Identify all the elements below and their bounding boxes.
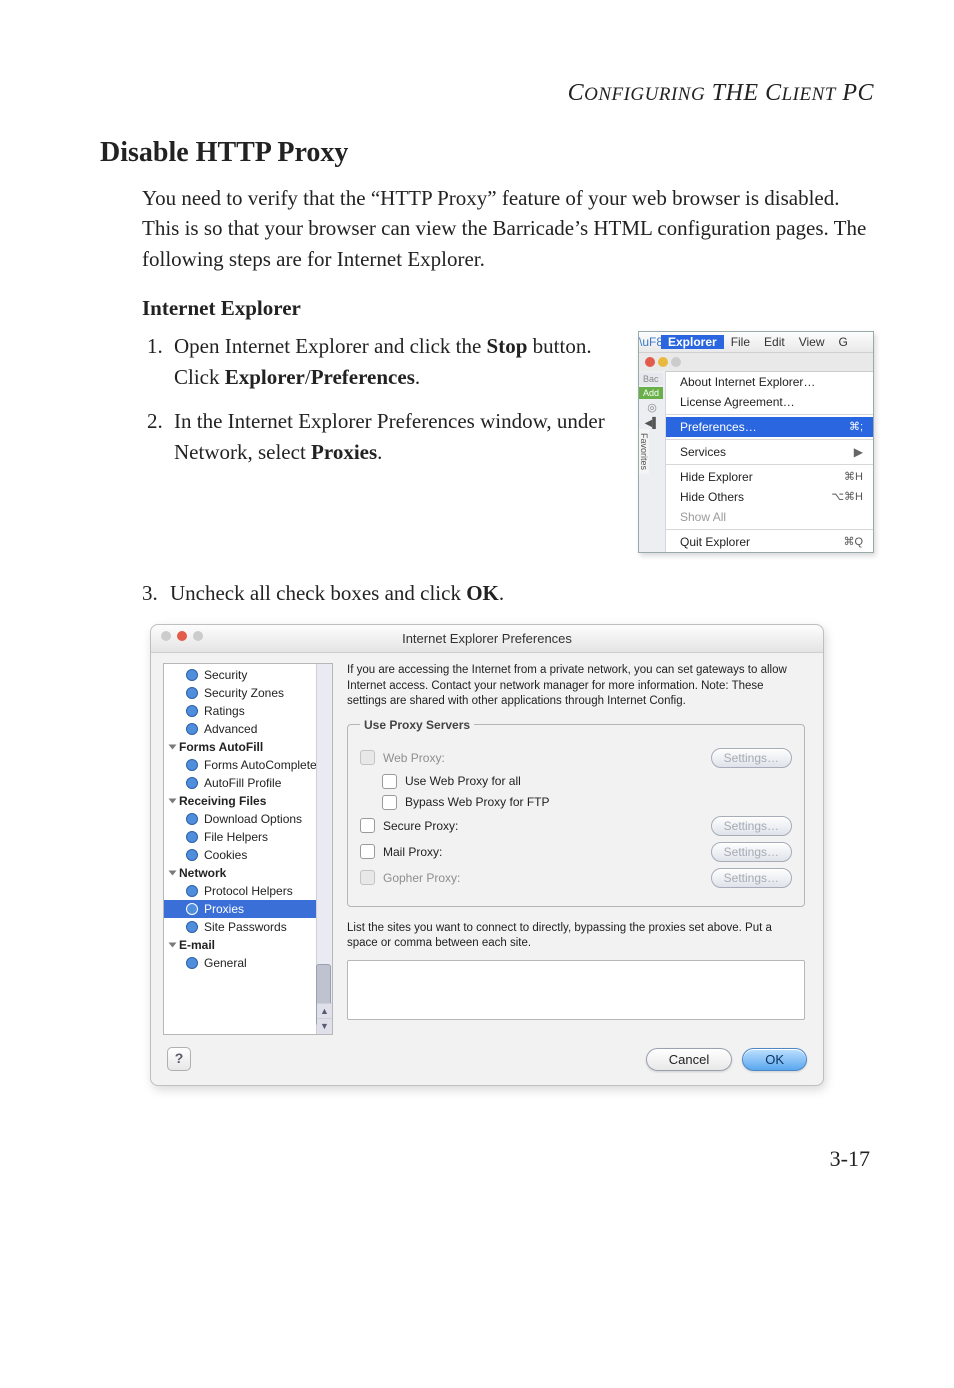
web-proxy-label: Web Proxy:	[383, 751, 711, 765]
dialog-close-icon[interactable]	[161, 631, 171, 641]
sidebar-item-security-zones[interactable]: Security Zones	[164, 684, 332, 702]
page-number: 3-17	[100, 1146, 874, 1172]
secure-proxy-label: Secure Proxy:	[383, 819, 711, 833]
mail-proxy-checkbox[interactable]	[360, 844, 375, 859]
sidebar-item-ratings[interactable]: Ratings	[164, 702, 332, 720]
disclosure-triangle-icon[interactable]	[169, 871, 177, 876]
apple-menu-icon[interactable]: \uF8FF	[639, 335, 661, 349]
step-2: In the Internet Explorer Preferences win…	[168, 406, 624, 467]
secure-proxy-checkbox[interactable]	[360, 818, 375, 833]
sidebar-item-proxies[interactable]: Proxies	[164, 900, 332, 918]
group-legend: Use Proxy Servers	[360, 718, 474, 732]
menu-item-preferences[interactable]: Preferences…⌘;	[666, 417, 873, 437]
sidebar-item-forms-autocomplete[interactable]: Forms AutoComplete	[164, 756, 332, 774]
menubar-explorer[interactable]: Explorer	[661, 335, 724, 349]
mail-proxy-settings-button[interactable]: Settings…	[711, 842, 792, 862]
scroll-down-icon[interactable]: ▼	[317, 1018, 332, 1034]
gopher-proxy-label: Gopher Proxy:	[383, 871, 711, 885]
web-proxy-checkbox[interactable]	[360, 750, 375, 765]
preferences-sidebar[interactable]: Security Security Zones Ratings Advanced…	[163, 663, 333, 1035]
dialog-title: Internet Explorer Preferences	[402, 631, 572, 646]
bypass-caption: List the sites you want to connect to di…	[347, 921, 805, 952]
sidebar-item-protocol-helpers[interactable]: Protocol Helpers	[164, 882, 332, 900]
zoom-icon[interactable]	[671, 357, 681, 367]
sidebar-item-security[interactable]: Security	[164, 666, 332, 684]
gopher-proxy-checkbox[interactable]	[360, 870, 375, 885]
menu-item-show-all: Show All	[666, 507, 873, 527]
menubar: \uF8FF Explorer File Edit View G	[639, 332, 873, 352]
menubar-view[interactable]: View	[792, 335, 832, 349]
reload-icon[interactable]: ◎	[639, 401, 665, 414]
submenu-arrow-icon: ▶	[854, 445, 863, 459]
secure-proxy-settings-button[interactable]: Settings…	[711, 816, 792, 836]
menubar-edit[interactable]: Edit	[757, 335, 792, 349]
sidebar-item-general[interactable]: General	[164, 954, 332, 972]
menu-item-quit[interactable]: Quit Explorer⌘Q	[666, 532, 873, 552]
sidebar-group-email[interactable]: E-mail	[164, 936, 332, 954]
menu-item-services[interactable]: Services▶	[666, 442, 873, 462]
use-web-proxy-all-label: Use Web Proxy for all	[405, 774, 792, 788]
menu-item-about[interactable]: About Internet Explorer…	[666, 372, 873, 392]
running-header: CONFIGURING THE CLIENT PC	[100, 80, 874, 107]
help-button[interactable]: ?	[167, 1047, 191, 1071]
disclosure-triangle-icon[interactable]	[169, 799, 177, 804]
close-icon[interactable]	[645, 357, 655, 367]
favorites-tab[interactable]: Favorites	[639, 429, 649, 474]
mail-proxy-label: Mail Proxy:	[383, 845, 711, 859]
section-title: Disable HTTP Proxy	[100, 137, 874, 169]
drawer-handle-icon[interactable]: ◀▌	[639, 418, 665, 429]
scroll-up-icon[interactable]: ▲	[317, 1003, 332, 1019]
bypass-sites-textarea[interactable]	[347, 960, 805, 1020]
sidebar-item-site-passwords[interactable]: Site Passwords	[164, 918, 332, 936]
step-1: Open Internet Explorer and click the Sto…	[168, 331, 624, 392]
add-button[interactable]: Add	[639, 387, 663, 399]
web-proxy-settings-button[interactable]: Settings…	[711, 748, 792, 768]
explorer-menu-figure: \uF8FF Explorer File Edit View G Bac Add…	[638, 331, 874, 553]
menubar-go[interactable]: G	[832, 335, 855, 349]
disclosure-triangle-icon[interactable]	[169, 943, 177, 948]
sidebar-item-autofill-profile[interactable]: AutoFill Profile	[164, 774, 332, 792]
menu-item-hide-explorer[interactable]: Hide Explorer⌘H	[666, 467, 873, 487]
step-3: 3. Uncheck all check boxes and click OK.	[142, 581, 874, 606]
sidebar-item-file-helpers[interactable]: File Helpers	[164, 828, 332, 846]
sidebar-group-forms-autofill[interactable]: Forms AutoFill	[164, 738, 332, 756]
intro-paragraph: You need to verify that the “HTTP Proxy”…	[142, 183, 874, 274]
cancel-button[interactable]: Cancel	[646, 1048, 732, 1071]
preferences-dialog-figure: Internet Explorer Preferences Security S…	[150, 624, 824, 1086]
bypass-ftp-label: Bypass Web Proxy for FTP	[405, 795, 792, 809]
back-button[interactable]: Bac	[639, 373, 663, 385]
bypass-ftp-checkbox[interactable]	[382, 795, 397, 810]
dialog-minimize-icon[interactable]	[177, 631, 187, 641]
dialog-titlebar: Internet Explorer Preferences	[151, 625, 823, 653]
sidebar-item-advanced[interactable]: Advanced	[164, 720, 332, 738]
menu-item-license[interactable]: License Agreement…	[666, 392, 873, 412]
panel-description: If you are accessing the Internet from a…	[347, 663, 805, 710]
sidebar-group-network[interactable]: Network	[164, 864, 332, 882]
steps-list: Open Internet Explorer and click the Sto…	[142, 331, 624, 481]
sidebar-item-download-options[interactable]: Download Options	[164, 810, 332, 828]
menubar-file[interactable]: File	[724, 335, 757, 349]
disclosure-triangle-icon[interactable]	[169, 745, 177, 750]
ok-button[interactable]: OK	[742, 1048, 807, 1071]
use-proxy-servers-group: Use Proxy Servers Web Proxy: Settings… U…	[347, 718, 805, 907]
sidebar-item-cookies[interactable]: Cookies	[164, 846, 332, 864]
menu-item-hide-others[interactable]: Hide Others⌥⌘H	[666, 487, 873, 507]
sidebar-scrollbar[interactable]: ▲ ▼	[316, 664, 332, 1034]
dialog-zoom-icon[interactable]	[193, 631, 203, 641]
subsection-title: Internet Explorer	[142, 296, 874, 321]
minimize-icon[interactable]	[658, 357, 668, 367]
use-web-proxy-all-checkbox[interactable]	[382, 774, 397, 789]
gopher-proxy-settings-button[interactable]: Settings…	[711, 868, 792, 888]
sidebar-group-receiving-files[interactable]: Receiving Files	[164, 792, 332, 810]
window-titlebar	[639, 352, 873, 371]
